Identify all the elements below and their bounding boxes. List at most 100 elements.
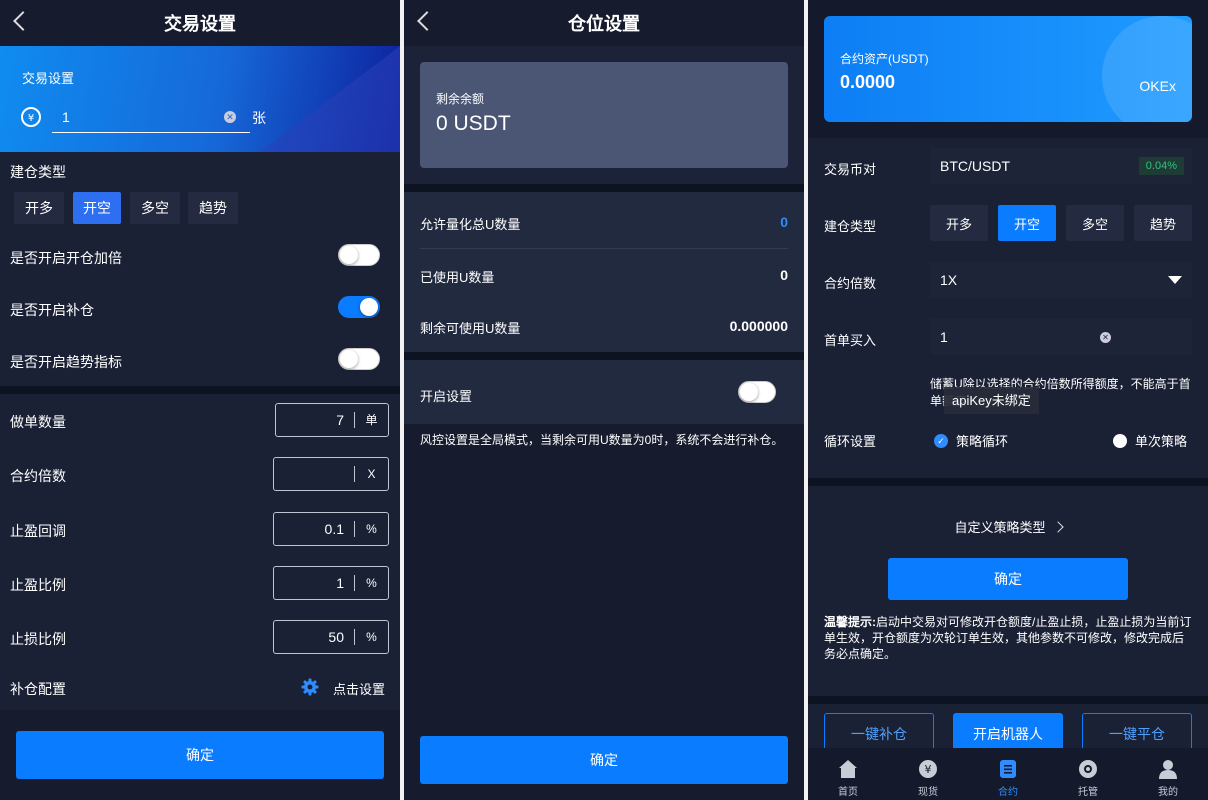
custom-type-link[interactable]: 自定义策略类型: [808, 517, 1208, 536]
first-buy-label: 首单买入: [824, 333, 877, 348]
build-type-trend[interactable]: 趋势: [1134, 205, 1192, 241]
nav-home-label: 首页: [838, 787, 858, 798]
build-type-long[interactable]: 开多: [930, 205, 988, 241]
tip-title: 温馨提示:: [824, 615, 876, 629]
custody-icon: [1079, 760, 1097, 778]
confirm-button[interactable]: 确定: [888, 558, 1128, 600]
cycle-option-loop[interactable]: ✓ 策略循环: [934, 431, 1008, 450]
clear-icon[interactable]: ✕: [1100, 331, 1111, 343]
list-icon: [1000, 760, 1016, 778]
open-label: 开启设置: [420, 389, 473, 404]
custom-type-label: 自定义策略类型: [954, 520, 1046, 535]
banner: 交易设置 ¥ 1 ✕ 张: [0, 46, 400, 152]
qty-input[interactable]: 1 ✕: [52, 101, 250, 133]
build-type-short[interactable]: 开空: [73, 192, 121, 224]
tp-callback-input[interactable]: 0.1%: [273, 512, 389, 546]
leverage-value: 1X: [940, 272, 958, 288]
home-icon: [839, 760, 857, 778]
chevron-right-icon: [1051, 520, 1064, 533]
quota-used-label: 已使用U数量: [420, 270, 495, 285]
page-title: 交易设置: [164, 14, 236, 34]
radio-icon: [1113, 433, 1127, 448]
pair-change-badge: 0.04%: [1138, 157, 1184, 175]
nav-custody[interactable]: 托管: [1048, 748, 1128, 800]
back-icon[interactable]: [417, 11, 437, 31]
confirm-button[interactable]: 确定: [16, 731, 384, 779]
field-label-orders: 做单数量: [10, 414, 66, 430]
bottom-nav: 首页 ¥ 现货 合约 托管 我的: [808, 748, 1208, 800]
tp-ratio-input[interactable]: 1%: [273, 566, 389, 600]
toggle-label-double: 是否开启开仓加倍: [10, 250, 122, 266]
toggle-bucang[interactable]: [338, 296, 380, 318]
page-title: 仓位设置: [568, 14, 640, 34]
confirm-button[interactable]: 确定: [420, 736, 788, 784]
tp-ratio-value: 1: [336, 575, 344, 591]
quota-section: 允许量化总U数量 0 已使用U数量 0 剩余可使用U数量 0.000000: [404, 192, 804, 352]
coin-icon: ¥: [21, 107, 41, 127]
toggle-label-trend: 是否开启趋势指标: [10, 354, 122, 370]
nav-spot[interactable]: ¥ 现货: [888, 748, 968, 800]
api-tooltip: apiKey未绑定: [944, 387, 1039, 414]
tp-callback-unit: %: [354, 521, 388, 537]
quota-remain-value: 0.000000: [729, 318, 788, 334]
check-icon: ✓: [934, 433, 948, 448]
sl-ratio-unit: %: [354, 629, 388, 645]
strategy-section: 自定义策略类型 确定 温馨提示:启动中交易对可修改开仓额度/止盈止损，止盈止损为…: [808, 486, 1208, 696]
nav-mine[interactable]: 我的: [1128, 748, 1208, 800]
svg-text:¥: ¥: [28, 113, 34, 124]
chevron-down-icon: [1168, 276, 1182, 284]
tip-body: 启动中交易对可修改开仓额度/止盈止损，止盈止损为当前订单生效，开仓额度为次轮订单…: [824, 615, 1192, 661]
balance-value: 0 USDT: [436, 112, 511, 135]
balance-label: 剩余余额: [436, 92, 485, 106]
cycle-option-single[interactable]: 单次策略: [1113, 431, 1187, 450]
field-label-tp-callback: 止盈回调: [10, 523, 66, 539]
contract-panel: 合约资产(USDT) 0.0000 OKEx 交易币对 BTC/USDT 0.0…: [808, 0, 1208, 800]
sl-ratio-input[interactable]: 50%: [273, 620, 389, 654]
toggle-trend[interactable]: [338, 348, 380, 370]
build-type-long[interactable]: 开多: [14, 192, 64, 224]
nav-contract-label: 合约: [998, 787, 1018, 798]
gear-icon[interactable]: [301, 678, 319, 696]
tip-text: 温馨提示:启动中交易对可修改开仓额度/止盈止损，止盈止损为当前订单生效，开仓额度…: [824, 614, 1194, 662]
leverage-select[interactable]: 1X: [930, 262, 1192, 298]
pair-value: BTC/USDT: [940, 158, 1010, 174]
build-type-short[interactable]: 开空: [998, 205, 1056, 241]
build-type-trend[interactable]: 趋势: [188, 192, 238, 224]
nav-contract[interactable]: 合约: [968, 748, 1048, 800]
build-type-both[interactable]: 多空: [1066, 205, 1124, 241]
back-icon[interactable]: [13, 11, 33, 31]
cycle-option-loop-label: 策略循环: [956, 434, 1009, 449]
exchange-name: OKEx: [1139, 78, 1176, 94]
nav-spot-label: 现货: [918, 787, 938, 798]
row-divider: [420, 248, 788, 249]
qty-value: 1: [62, 108, 70, 125]
leverage-input[interactable]: X: [273, 457, 389, 491]
pair-select[interactable]: BTC/USDT 0.04%: [930, 148, 1192, 184]
user-icon: [1159, 760, 1177, 779]
bucang-action[interactable]: 点击设置: [333, 679, 385, 698]
first-buy-input[interactable]: 1 ✕: [930, 319, 1192, 355]
divider: [808, 478, 1208, 486]
asset-value: 0.0000: [840, 72, 896, 92]
yen-coin-icon: ¥: [919, 760, 937, 778]
qty-unit: 张: [252, 110, 266, 126]
toggle-double[interactable]: [338, 244, 380, 266]
quota-remain-label: 剩余可使用U数量: [420, 321, 521, 336]
risk-note: 风控设置是全局模式，当剩余可用U数量为0时，系统不会进行补仓。: [420, 433, 784, 447]
build-type-both[interactable]: 多空: [130, 192, 180, 224]
nav-home[interactable]: 首页: [808, 748, 888, 800]
open-section: 开启设置: [404, 360, 804, 424]
open-toggle[interactable]: [738, 381, 776, 403]
orders-unit: 单: [354, 412, 388, 428]
quota-total-value: 0: [780, 214, 788, 230]
build-type-label: 建仓类型: [824, 219, 877, 234]
form-section: 交易币对 BTC/USDT 0.04% 建仓类型 开多 开空 多空 趋势 合约倍…: [808, 138, 1208, 478]
cycle-label: 循环设置: [824, 434, 877, 449]
banner-decoration: [260, 46, 400, 152]
orders-input[interactable]: 7单: [275, 403, 389, 437]
toggle-label-bucang: 是否开启补仓: [10, 302, 94, 318]
banner-label: 交易设置: [22, 71, 75, 86]
exchange-watermark-icon: [1102, 16, 1192, 122]
pair-label: 交易币对: [824, 162, 877, 177]
clear-icon[interactable]: ✕: [224, 110, 236, 123]
